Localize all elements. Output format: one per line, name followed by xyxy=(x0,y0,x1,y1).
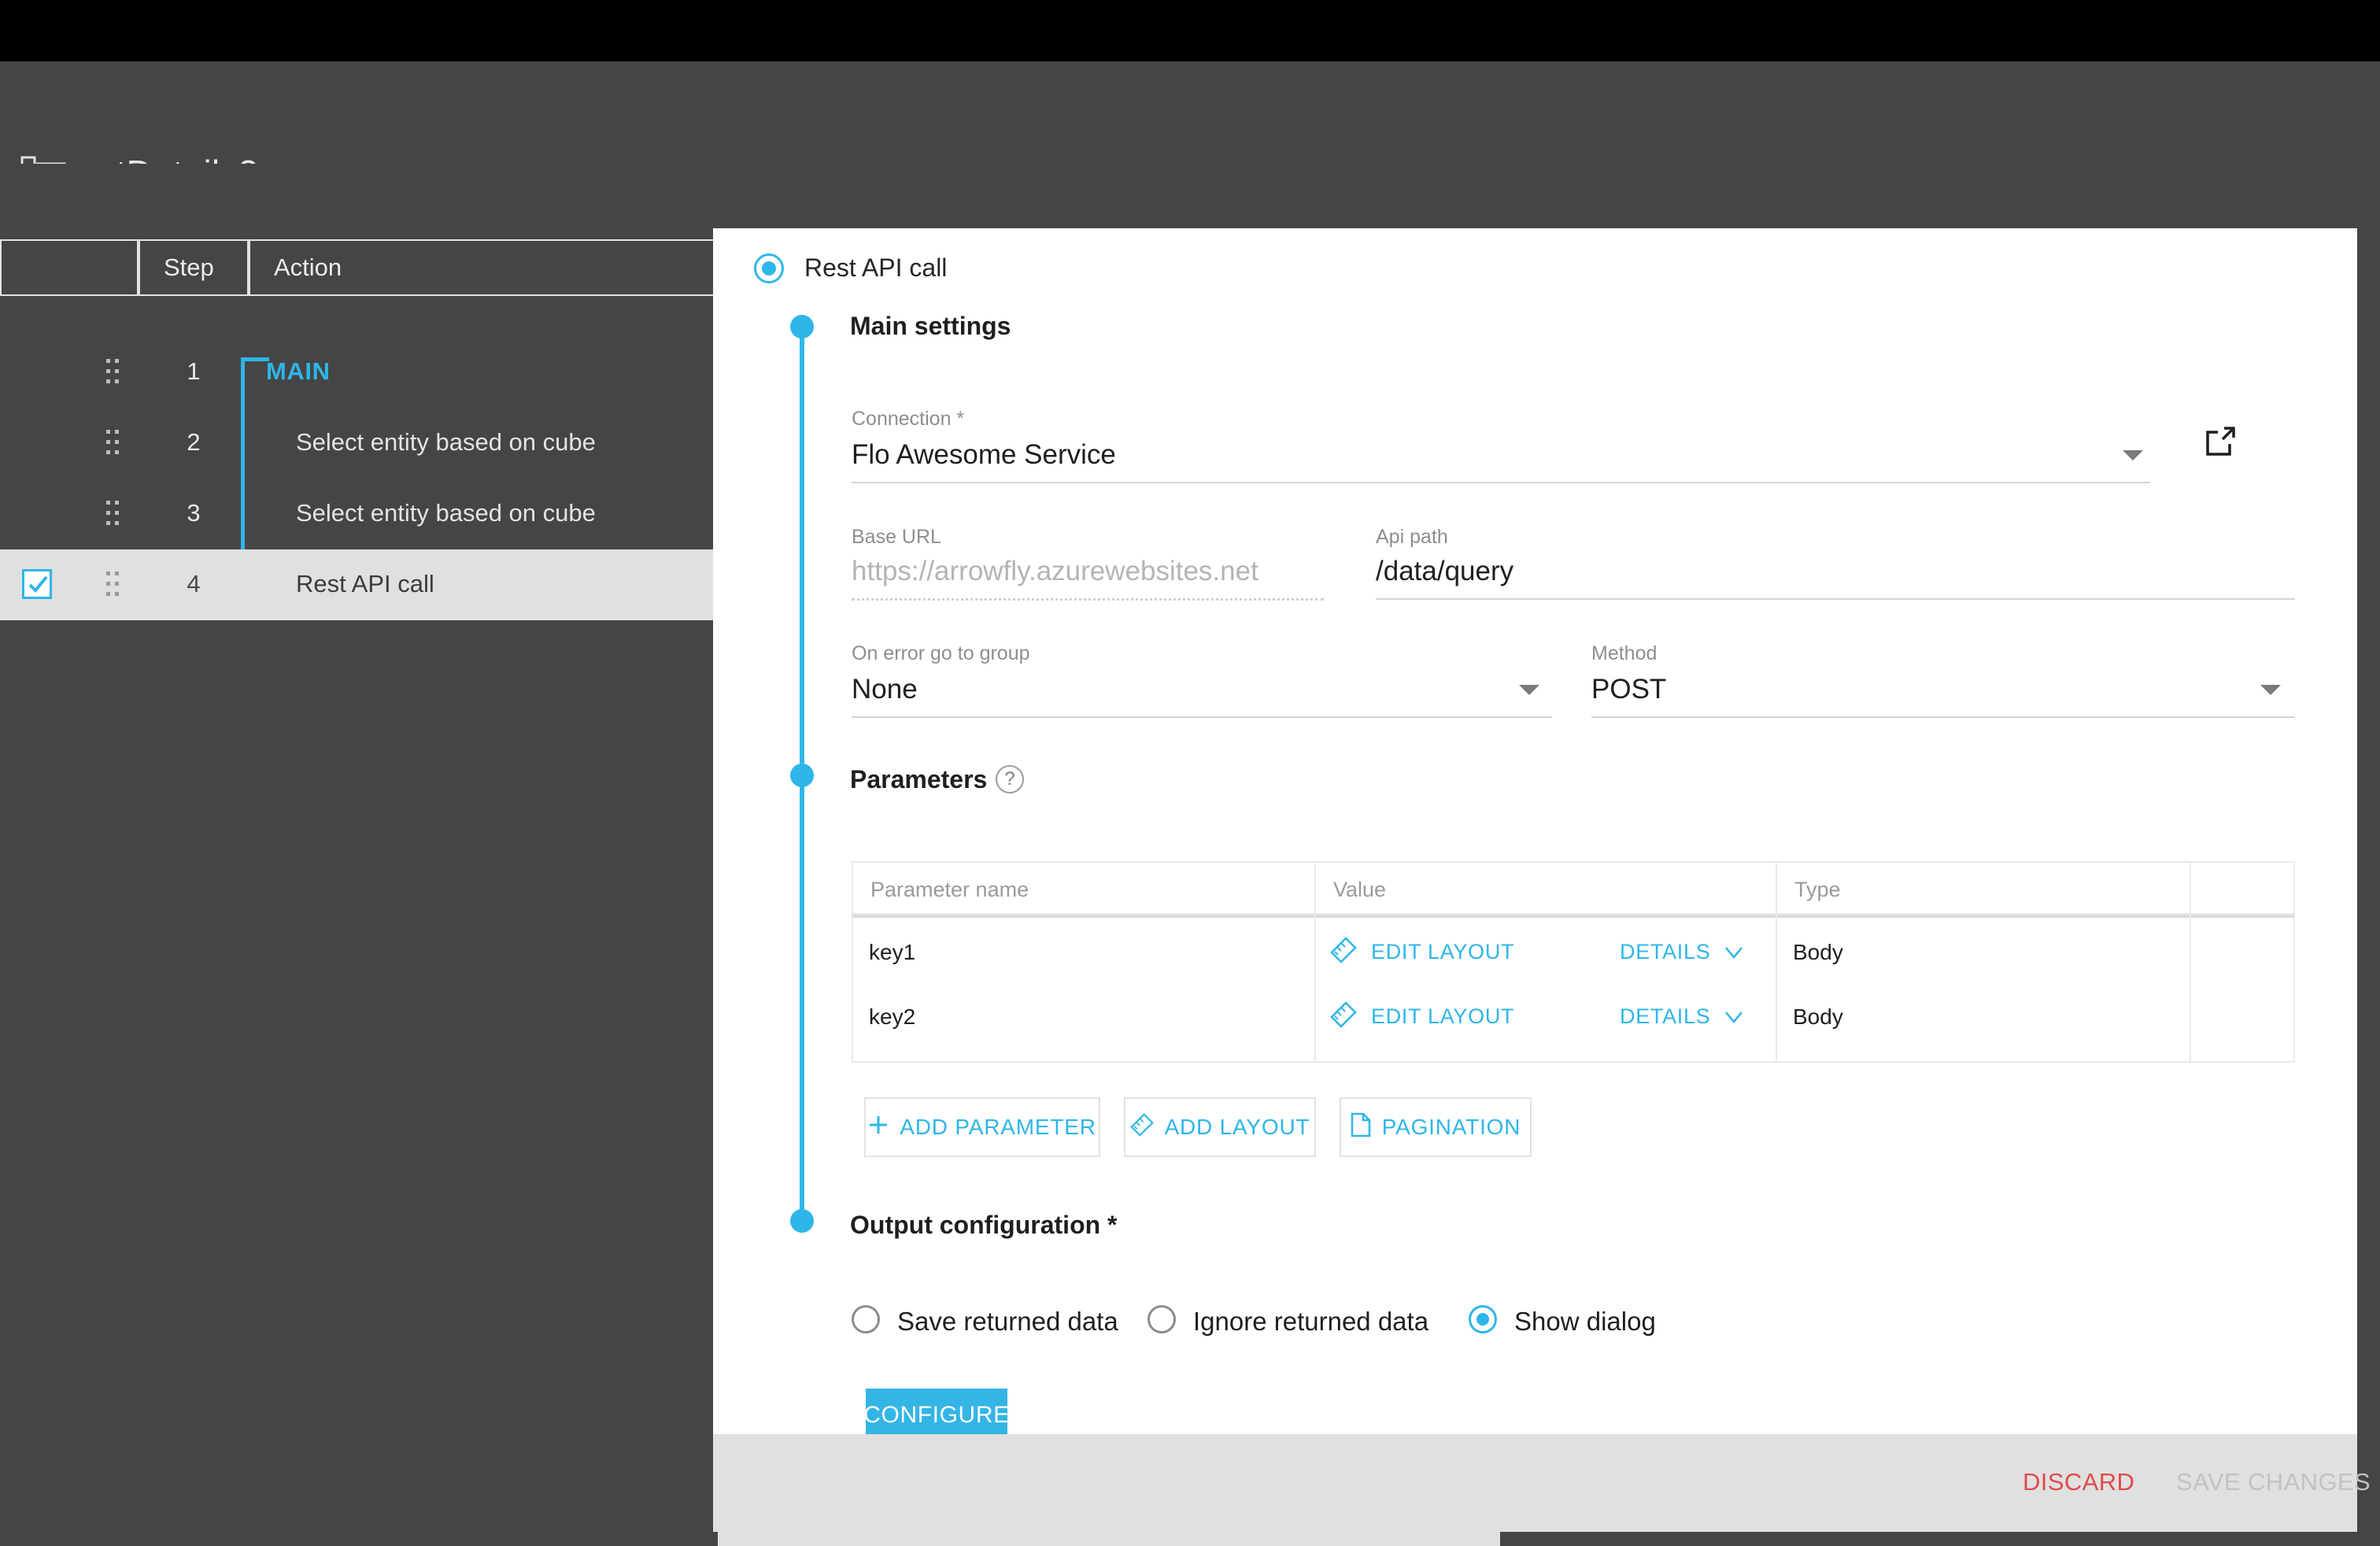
method-underline xyxy=(1591,716,2295,718)
base-url-label: Base URL xyxy=(852,526,941,548)
step-number: 3 xyxy=(187,499,201,527)
table-row[interactable]: 3 Select entity based on cube xyxy=(0,479,718,549)
row-checkbox[interactable] xyxy=(22,569,52,599)
param-type: Body xyxy=(1793,1004,1843,1029)
steps-col-action-label: Action xyxy=(274,253,342,281)
add-parameter-label: ADD PARAMETER xyxy=(900,1115,1096,1139)
step-number: 2 xyxy=(187,428,201,456)
timeline-dot-parameters xyxy=(790,764,814,787)
on-error-label: On error go to group xyxy=(852,642,1030,664)
save-changes-button[interactable]: SAVE CHANGES xyxy=(2176,1468,2371,1496)
connection-label: Connection * xyxy=(852,408,965,430)
steps-col-step-label: Step xyxy=(164,253,214,281)
step-number: 4 xyxy=(187,570,201,597)
timeline-dot-output xyxy=(790,1209,814,1233)
step-action: Select entity based on cube xyxy=(296,499,596,527)
chevron-down-icon[interactable] xyxy=(2123,450,2143,460)
chevron-down-icon[interactable] xyxy=(1724,943,1744,963)
discard-button[interactable]: DISCARD xyxy=(2023,1468,2134,1496)
steps-col-step: Step xyxy=(139,239,249,296)
details-link[interactable]: DETAILS xyxy=(1620,1004,1710,1029)
add-layout-label: ADD LAYOUT xyxy=(1164,1115,1310,1139)
external-link-icon[interactable] xyxy=(2204,425,2237,458)
panel-right-edge xyxy=(2357,228,2380,1546)
radio-save-returned-data[interactable] xyxy=(852,1305,880,1333)
step-type-label: Rest API call xyxy=(804,253,948,282)
param-col-value: Value xyxy=(1333,878,1387,901)
parameters-table-body xyxy=(852,915,2295,1063)
parameters-table: Parameter name Value Type key1 EDIT LAYO… xyxy=(852,861,2295,1063)
section-title-output: Output configuration * xyxy=(850,1211,1118,1239)
method-label: Method xyxy=(1591,642,1658,664)
chevron-down-icon[interactable] xyxy=(1724,1008,1744,1028)
drag-handle-icon[interactable] xyxy=(106,359,119,386)
steps-col-action: Action xyxy=(249,239,718,296)
on-error-underline xyxy=(852,716,1552,718)
step-type-radio[interactable] xyxy=(754,253,784,283)
api-path-value[interactable]: /data/query xyxy=(1376,556,1513,587)
param-name: key1 xyxy=(869,940,916,964)
drag-handle-icon[interactable] xyxy=(106,571,119,598)
top-black-strip xyxy=(0,0,2380,61)
parameters-table-header: Parameter name Value Type xyxy=(852,861,2295,915)
add-layout-button[interactable]: ADD LAYOUT xyxy=(1124,1097,1316,1157)
param-col-type: Type xyxy=(1794,878,1841,901)
param-divider-1 xyxy=(1314,861,1316,1063)
plus-icon xyxy=(868,1115,889,1141)
pagination-label: PAGINATION xyxy=(1381,1115,1521,1139)
base-url-underline xyxy=(852,598,1324,601)
page-icon xyxy=(1351,1112,1371,1143)
table-row[interactable]: 1 MAIN xyxy=(0,337,718,408)
param-name: key2 xyxy=(869,1004,916,1029)
radio-label-save-returned-data: Save returned data xyxy=(897,1307,1118,1336)
step-action: Select entity based on cube xyxy=(296,428,596,456)
section-title-parameters: Parameters xyxy=(850,765,988,793)
base-url-value[interactable]: https://arrowfly.azurewebsites.net xyxy=(852,556,1258,587)
param-col-name: Parameter name xyxy=(870,878,1029,901)
radio-show-dialog[interactable] xyxy=(1469,1305,1497,1333)
layout-icon xyxy=(1330,1001,1357,1028)
param-divider-2 xyxy=(1776,861,1777,1063)
radio-label-ignore-returned-data: Ignore returned data xyxy=(1193,1307,1429,1336)
timeline-dot-main-settings xyxy=(790,315,814,338)
step-number: 1 xyxy=(187,357,201,385)
radio-label-show-dialog: Show dialog xyxy=(1514,1307,1656,1336)
table-row[interactable]: 4 Rest API call xyxy=(0,549,718,620)
drag-handle-icon[interactable] xyxy=(106,430,119,457)
layout-icon xyxy=(1330,937,1357,963)
table-row[interactable]: 2 Select entity based on cube xyxy=(0,408,718,479)
method-value[interactable]: POST xyxy=(1591,674,1666,705)
question-icon[interactable]: ? xyxy=(996,765,1024,793)
param-type: Body xyxy=(1793,940,1843,964)
edit-layout-link[interactable]: EDIT LAYOUT xyxy=(1371,1004,1514,1029)
step-action: MAIN xyxy=(266,357,331,385)
steps-panel: Step Action 1 MAIN 2 Select entity based… xyxy=(0,239,718,1546)
connection-value[interactable]: Flo Awesome Service xyxy=(852,439,1116,471)
pagination-button[interactable]: PAGINATION xyxy=(1340,1097,1532,1157)
api-path-underline xyxy=(1376,598,2295,600)
app-header: getDetails2 xyxy=(0,61,2380,202)
radio-ignore-returned-data[interactable] xyxy=(1148,1305,1176,1333)
add-parameter-button[interactable]: ADD PARAMETER xyxy=(864,1097,1100,1157)
edit-layout-link[interactable]: EDIT LAYOUT xyxy=(1371,940,1514,964)
connection-underline xyxy=(852,482,2150,483)
chevron-down-icon[interactable] xyxy=(1519,685,1539,695)
steps-table-header: Step Action xyxy=(0,239,718,296)
layout-icon xyxy=(1129,1112,1154,1142)
configure-label: CONFIGURE xyxy=(866,1402,1007,1428)
application-window: getDetails2 STEP GROUP COPY STEPS DELETE… xyxy=(0,0,2380,1546)
api-path-label: Api path xyxy=(1376,526,1448,548)
steps-col-select xyxy=(0,239,139,296)
details-link[interactable]: DETAILS xyxy=(1620,940,1710,964)
section-title-main-settings: Main settings xyxy=(850,312,1011,340)
drag-handle-icon[interactable] xyxy=(106,501,119,527)
chevron-down-icon[interactable] xyxy=(2260,685,2281,695)
on-error-value[interactable]: None xyxy=(852,674,918,705)
param-divider-3 xyxy=(2190,861,2191,1063)
step-action: Rest API call xyxy=(296,570,434,597)
